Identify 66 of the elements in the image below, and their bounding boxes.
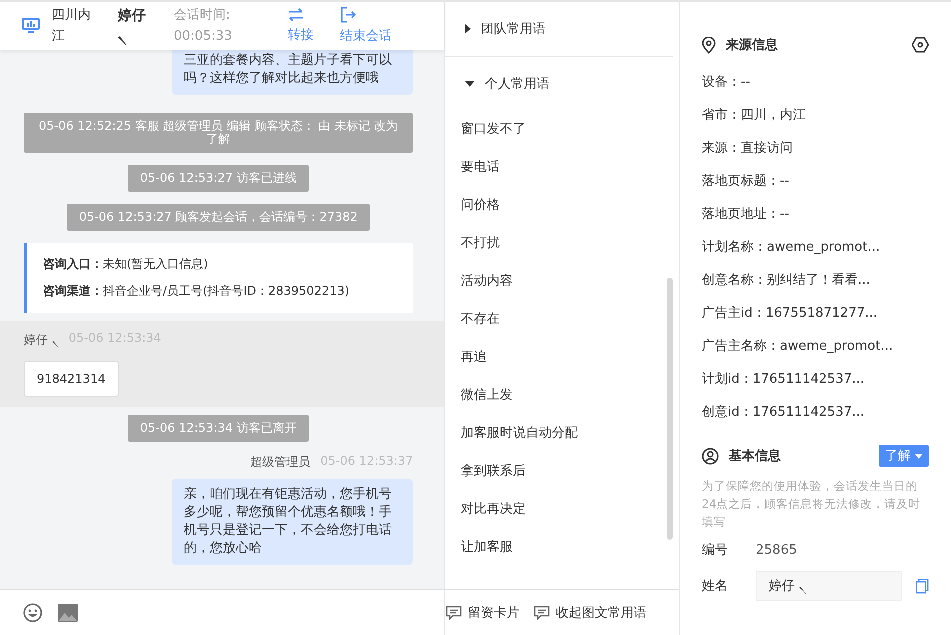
phrase-item[interactable]: 问价格 [461,187,663,225]
phrase-item[interactable]: 加客服时说自动分配 [461,415,663,453]
phrase-group-header[interactable]: 团队常用语 [445,2,673,57]
visitor-message: 918421314 [24,361,119,397]
info-value: 未知(暂无入口信息) [103,257,208,271]
system-notice: 05-06 12:53:27 访客已进线 [128,165,309,192]
source-info-row-text: 省市：四川，内江 [702,107,807,125]
info-value: 抖音企业号/员工号(抖音号ID：2839502213) [103,284,350,298]
user-circle-icon [702,448,719,464]
phrase-item[interactable]: 让加客服 [461,529,663,567]
toolbar-button[interactable]: 留资卡片 [444,604,520,622]
scrollbar[interactable] [667,278,673,540]
source-info-row-text: 落地页标题：-- [702,173,790,191]
location-pin-icon [702,36,716,54]
phrase-item[interactable]: 活动内容 [461,263,663,301]
visitor-name: 婷仔 ৲ [118,7,147,46]
source-info-row-text: 设备：-- [702,74,752,92]
source-info-row-text: 计划id：176511142537... [702,371,866,389]
phrase-item[interactable]: 窗口发不了 [461,111,663,149]
field-label: 编号 [702,542,729,559]
notice-text: 为了保障您的使用体验，会话发生当日的24点之后，顾客信息将无法修改，请及时填写 [702,478,922,531]
source-info-row-text: 落地页地址：-- [702,206,790,224]
source-info-row-text: 创意id：176511142537... [702,404,866,422]
toolbar-button[interactable]: 收起图文常用语 [532,604,648,622]
system-notice: 05-06 12:52:25 客服 超级管理员 编辑 顾客状态： 由 未标记 改为了解 [24,113,414,153]
timer-label: 会话时间: [174,7,232,25]
timer-value: 00:05:33 [174,28,234,46]
monitor-icon [22,18,40,34]
message-time: 05-06 12:53:37 [320,454,414,470]
sender-name: 婷仔 ৲ [24,332,59,350]
phrase-item[interactable]: 再追 [461,339,663,377]
source-info-row-text: 来源：直接访问 [702,140,794,158]
phrase-item[interactable]: 微信上发 [461,377,663,415]
swap-arrows-icon [288,8,304,22]
section-title: 基本信息 [729,448,781,465]
image-icon[interactable] [58,604,78,622]
sender-name: 超级管理员 [250,454,311,471]
phrase-item[interactable]: 不打扰 [461,225,663,263]
source-info-row-text: 广告主名称：aweme_promot... [702,338,894,356]
field-value: 25865 [756,542,798,558]
source-info-row-text: 计划名称：aweme_promot... [702,239,882,257]
source-info-row-text: 创意名称：别纠结了！看看... [702,272,872,290]
info-label: 咨询渠道： [43,284,103,298]
phrase-item[interactable]: 拿到联系后 [461,453,663,491]
system-notice: 05-06 12:53:27 顾客发起会话，会话编号：27382 [67,204,370,231]
agent-message: 亲，咱们现在有钜惠活动，您手机号多少呢，帮您预留个优惠名额哦！手机号只是登记一下，不会给您打电话的，您放心哈 [172,479,414,565]
location-text: 四川内江 [52,7,92,46]
phrase-item[interactable]: 对比再决定 [461,491,663,529]
caret-icon [465,24,472,34]
info-label: 咨询入口： [43,257,103,271]
name-input-field[interactable]: 婷仔 ৲ [756,571,902,601]
logout-icon [340,7,356,23]
chat-bubble-icon [534,606,550,620]
source-info-row-text: 广告主id：167551871277... [702,305,879,323]
phrase-item[interactable]: 要电话 [461,149,663,187]
phrase-group-header[interactable]: 个人常用语 [445,57,679,111]
caret-icon [465,81,476,87]
agent-message: 三亚的套餐内容、主题片子看下可以吗？这样您了解对比起来也方便哦 [172,50,414,95]
section-title: 来源信息 [726,37,778,54]
emoji-icon[interactable] [23,602,43,622]
chat-bubble-icon [446,606,462,620]
system-notice: 05-06 12:53:34 访客已离开 [128,415,309,442]
settings-icon[interactable] [912,37,929,53]
phrase-item[interactable]: 不存在 [461,301,663,339]
field-label: 姓名 [702,578,729,595]
copy-icon[interactable] [916,578,929,594]
